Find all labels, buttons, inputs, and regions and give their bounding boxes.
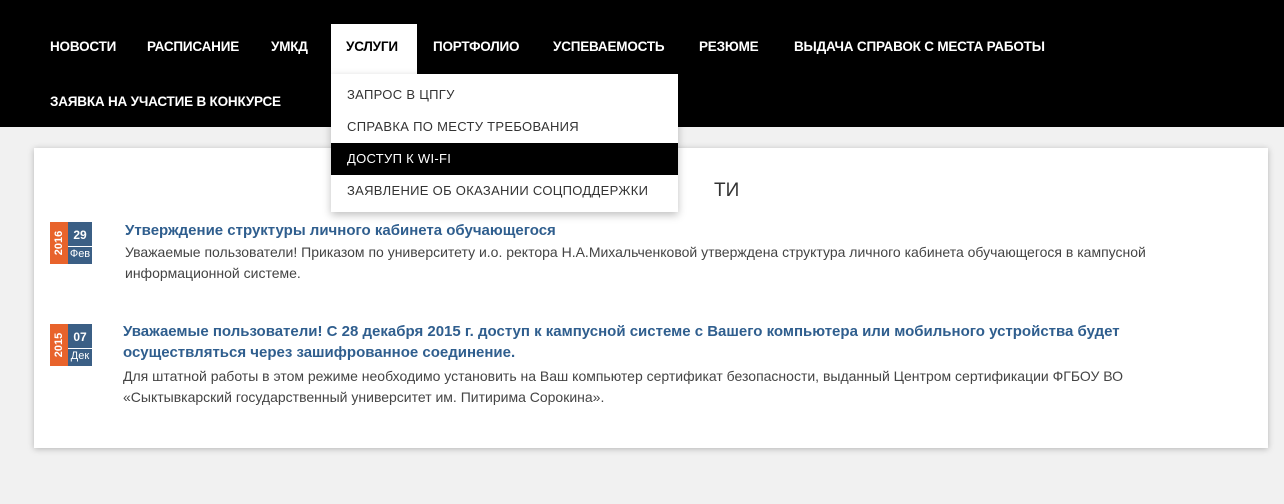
badge-day: 07 Дек [68,324,92,366]
services-dropdown-menu: Запрос в ЦПГУ Справка по месту требовани… [331,74,678,212]
nav-item-news[interactable]: Новости [50,39,116,54]
dropdown-item-request[interactable]: Запрос в ЦПГУ [331,79,678,111]
date-badge: 2015 07 Дек [50,324,98,366]
news-text: Уважаемые пользователи! Приказом по унив… [125,244,1146,281]
nav-item-grades[interactable]: Успеваемость [553,39,665,54]
news-title-link[interactable]: Уважаемые пользователи! С 28 декабря 201… [123,321,1213,363]
card-title: ТИ [714,180,740,201]
nav-item-certificates[interactable]: Выдача справок с места работы [794,39,1045,54]
badge-day: 29 Фев [68,222,92,264]
nav-item-services-active[interactable]: Услуги [331,24,417,74]
news-title-link[interactable]: Утверждение структуры личного кабинета о… [125,220,1245,241]
nav-item-contest-application[interactable]: Заявка на участие в конкурсе [50,94,281,109]
dropdown-item-social-support[interactable]: Заявление об оказании соцподдержки [331,175,678,207]
nav-item-umkd[interactable]: УМКД [271,39,308,54]
date-badge: 2016 29 Фев [50,222,98,264]
badge-year: 2015 [50,324,68,366]
dropdown-item-certificate[interactable]: Справка по месту требования [331,111,678,143]
nav-item-portfolio[interactable]: Портфолио [433,39,520,54]
badge-year: 2016 [50,222,68,264]
dropdown-item-wifi-access[interactable]: Доступ к Wi-Fi [331,143,678,175]
news-text: Для штатной работы в этом режиме необход… [123,368,1124,405]
nav-item-schedule[interactable]: Расписание [147,39,239,54]
nav-item-resume[interactable]: Резюме [699,39,759,54]
nav-item-services[interactable]: Услуги [346,39,398,54]
